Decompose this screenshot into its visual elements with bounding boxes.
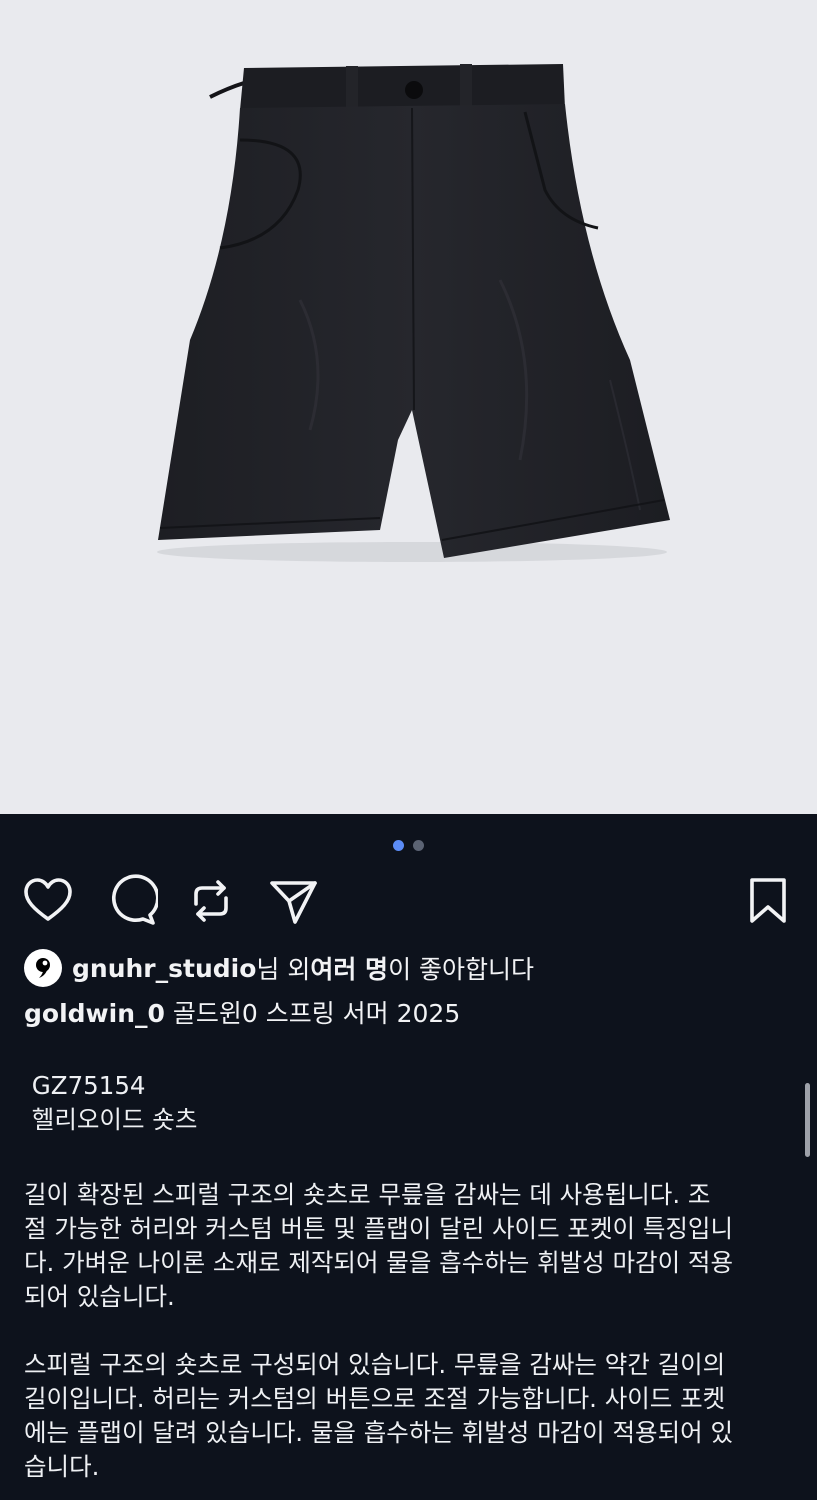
caption-text: 골드윈0 스프링 서머 2025	[164, 999, 461, 1028]
product-name: 헬리오이드 숏츠	[24, 1103, 794, 1137]
profile-logo-icon	[36, 958, 50, 978]
carousel-indicator	[0, 838, 817, 852]
bookmark-icon[interactable]	[741, 874, 795, 928]
post-image[interactable]	[0, 0, 817, 814]
avatar[interactable]	[24, 949, 62, 987]
description-paragraph-1: 길이 확장된 스피럴 구조의 숏츠로 무릎을 감싸는 데 사용됩니다. 조 절 …	[24, 1180, 733, 1311]
scrollbar[interactable]	[805, 1083, 810, 1157]
repost-icon[interactable]	[184, 874, 238, 928]
carousel-dot-active	[393, 840, 404, 851]
liker-username[interactable]: gnuhr_studio	[72, 954, 256, 983]
product-code-text: GZ75154	[31, 1071, 146, 1100]
send-icon[interactable]	[266, 874, 320, 928]
likes-suffix: 님 외	[256, 955, 311, 984]
caption: goldwin_0 골드윈0 스프링 서머 2025	[24, 994, 460, 1030]
likes-others[interactable]: 여러 명	[310, 950, 388, 986]
caption-author[interactable]: goldwin_0	[24, 999, 165, 1028]
action-bar	[0, 874, 817, 928]
likes-liked-text: 이 좋아합니다	[388, 955, 535, 984]
comment-icon[interactable]	[104, 874, 158, 928]
description-paragraph-2: 스피럴 구조의 숏츠로 구성되어 있습니다. 무릎을 감싸는 약간 길이의 길이…	[24, 1350, 733, 1481]
shorts-photo	[157, 64, 670, 562]
heart-icon[interactable]	[21, 874, 75, 928]
likes-summary[interactable]: gnuhr_studio 님 외 여러 명이 좋아합니다	[24, 948, 534, 988]
product-code: GZ75154	[24, 1069, 794, 1103]
carousel-dot[interactable]	[413, 840, 424, 851]
product-name-text: 헬리오이드 숏츠	[31, 1105, 198, 1134]
